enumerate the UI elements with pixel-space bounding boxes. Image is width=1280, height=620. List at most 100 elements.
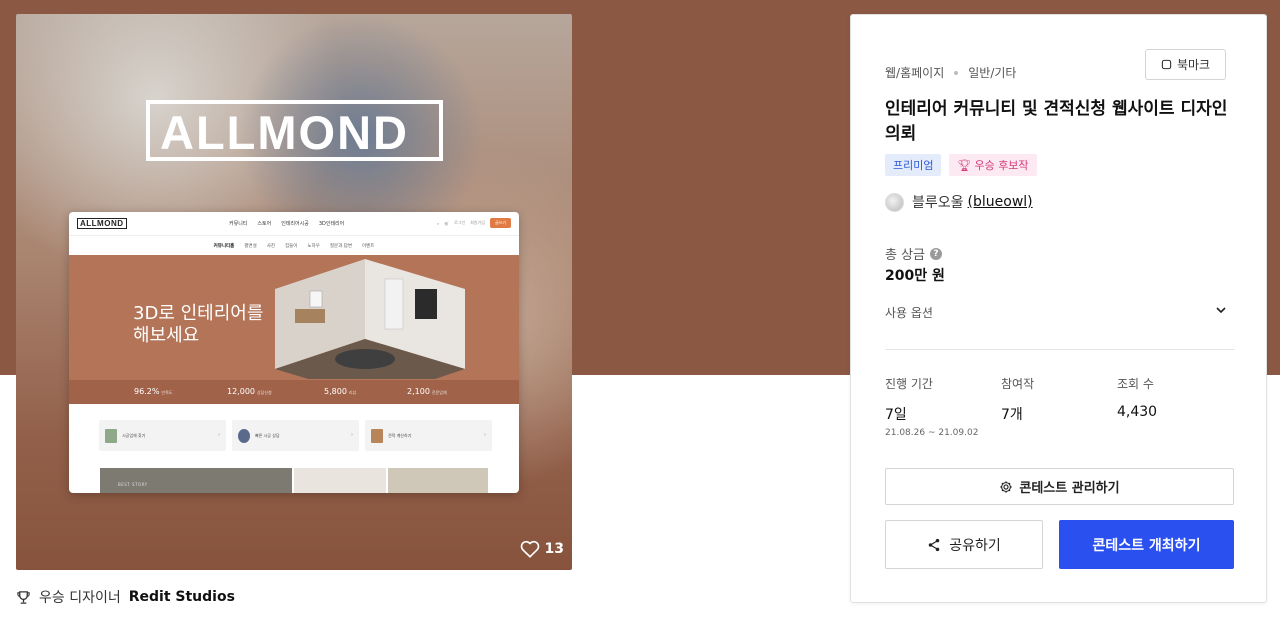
category-item[interactable]: 웹/홈페이지: [885, 64, 944, 81]
allmond-logo: ALLMOND: [146, 100, 443, 161]
mock-stat: 96.2% 만족도: [134, 387, 172, 396]
mock-stat: 12,000 상담신청: [227, 387, 272, 396]
mock-card-label: 시공업체 찾기: [122, 432, 146, 438]
author-handle[interactable]: (blueowl): [968, 194, 1033, 210]
mock-card-label: 견적 계산하기: [388, 432, 412, 438]
mock-cards: 시공업체 찾기 › 빠른 시공 상담 › 견적 계산하기 ›: [99, 420, 492, 451]
prize-label-text: 총 상금: [885, 248, 926, 263]
separator-dot: [954, 70, 959, 75]
views-label: 조회 수: [1117, 377, 1154, 391]
mock-logo: ALLMOND: [77, 218, 127, 229]
calculator-icon: [371, 428, 383, 443]
manage-contest-button[interactable]: 콘테스트 관리하기: [885, 468, 1234, 505]
contest-title: 인테리어 커뮤니티 및 견적신청 웹사이트 디자인 의뢰: [885, 99, 1228, 144]
entries-label: 참여작: [1001, 377, 1035, 391]
mock-menu-item: 3D인테리어: [318, 221, 345, 227]
mock-stat-unit: 리뷰: [348, 390, 357, 395]
share-icon: [928, 538, 940, 551]
period-stat: 진행 기간 7일 21.08.26 ~ 21.09.02: [885, 375, 978, 438]
designer-prefix: 우승 디자이너: [39, 590, 121, 606]
mock-stat-value: 96.2%: [134, 387, 160, 396]
bookmark-label: 북마크: [1176, 58, 1211, 72]
mock-search-icon: ⌕: [436, 220, 440, 226]
entry-preview-image[interactable]: ALLMOND ALLMOND 커뮤니티 스토어 인테리어시공 3D인테리어 ⌕…: [16, 14, 572, 570]
mock-sub-item: 노하우: [307, 243, 320, 249]
mock-stat: 2,100 전문업체: [407, 387, 447, 396]
bookmark-button[interactable]: 북마크: [1145, 49, 1226, 80]
avatar[interactable]: [885, 192, 904, 212]
trophy-icon: [17, 590, 30, 604]
views-stat: 조회 수 4,430: [1117, 375, 1157, 420]
chevron-down-icon[interactable]: [1215, 304, 1227, 316]
mock-menu-item: 인테리어시공: [281, 221, 309, 227]
map-icon: [105, 428, 117, 443]
gear-icon: [1000, 480, 1013, 493]
mock-thumbnails: BEST STORY: [100, 468, 488, 493]
mock-stat-value: 2,100: [407, 387, 430, 396]
options-label: 사용 옵션: [885, 306, 933, 320]
heart-icon[interactable]: [520, 540, 540, 558]
divider: [885, 349, 1235, 350]
winning-designer: 우승 디자이너 Redit Studios: [16, 587, 235, 607]
mock-sub-item: 질문과 답변: [329, 243, 352, 249]
badges: 프리미엄 🏆︎ 우승 후보작: [885, 154, 1037, 176]
help-icon[interactable]: ?: [930, 247, 943, 260]
host-contest-button[interactable]: 콘테스트 개최하기: [1059, 520, 1234, 569]
entries-value: 7개: [1001, 407, 1023, 423]
website-mockup: ALLMOND 커뮤니티 스토어 인테리어시공 3D인테리어 ⌕ 🛒︎ 로그인 …: [69, 212, 519, 493]
mock-menu-item: 스토어: [257, 221, 272, 227]
mock-thumb: [294, 468, 386, 493]
mock-card: 빠른 시공 상담 ›: [232, 420, 359, 451]
premium-badge: 프리미엄: [885, 154, 942, 176]
contest-info-panel: 웹/홈페이지 일반/기타 북마크 인테리어 커뮤니티 및 견적신청 웹사이트 디…: [850, 14, 1267, 603]
mock-sub-item: 커뮤니티홈: [213, 243, 235, 249]
designer-name[interactable]: Redit Studios: [129, 589, 235, 605]
mock-sub-item: 집들이: [285, 243, 298, 249]
category-breadcrumb: 웹/홈페이지 일반/기타: [885, 64, 1016, 81]
mock-thumb-label: BEST STORY: [118, 482, 148, 487]
mock-stat-unit: 만족도: [161, 390, 173, 395]
like-counter[interactable]: 13: [520, 540, 564, 558]
share-button[interactable]: 공유하기: [885, 520, 1043, 569]
award-candidate-badge: 🏆︎ 우승 후보작: [949, 154, 1037, 176]
chevron-right-icon: ›: [484, 432, 486, 438]
like-count: 13: [544, 541, 564, 557]
award-badge-label: 우승 후보작: [974, 159, 1029, 172]
options-dropdown[interactable]: 사용 옵션: [885, 304, 1235, 324]
chevron-right-icon: ›: [351, 432, 353, 438]
mock-hero: 3D로 인테리어를 해보세요 96.2% 만족도 12,000 상담신청 5,800…: [69, 255, 519, 404]
mock-thumb: [388, 468, 488, 493]
mock-stats-bar: 96.2% 만족도 12,000 상담신청 5,800 리뷰 2,100 전문업체: [69, 380, 519, 404]
mock-stat: 5,800 리뷰: [324, 387, 356, 396]
category-item[interactable]: 일반/기타: [968, 64, 1016, 81]
bookmark-icon: [1161, 59, 1172, 70]
mock-menu: 커뮤니티 스토어 인테리어시공 3D인테리어: [229, 220, 344, 227]
mock-nav-right: ⌕ 🛒︎ 로그인 회원가입 글쓰기: [437, 218, 511, 228]
logo-text: ALLMOND: [160, 106, 409, 159]
mock-stat-value: 5,800: [324, 387, 347, 396]
mock-signup: 회원가입: [470, 220, 485, 225]
mock-sub-item: 사진: [266, 243, 275, 249]
isometric-room-illustration: [275, 259, 465, 379]
mock-sub-item: 이벤트: [361, 243, 375, 249]
mock-card: 시공업체 찾기 ›: [99, 420, 226, 451]
author-name: 블루오울: [912, 195, 964, 211]
mock-card-label: 빠른 시공 상담: [255, 432, 280, 438]
mock-submenu: 커뮤니티홈 평면설 사진 집들이 노하우 질문과 답변 이벤트: [69, 236, 519, 255]
prize-label: 총 상금 ?: [885, 244, 943, 263]
mock-login: 로그인: [454, 220, 466, 225]
person-icon: [238, 428, 250, 443]
period-range: 21.08.26 ~ 21.09.02: [885, 428, 979, 438]
client-author[interactable]: 블루오울 (blueowl): [885, 192, 1033, 212]
mock-cta: 글쓰기: [489, 218, 511, 228]
prize-value: 200만 원: [885, 268, 945, 284]
manage-label: 콘테스트 관리하기: [1019, 481, 1120, 496]
mock-stat-unit: 상담신청: [257, 390, 272, 395]
mock-menu-item: 커뮤니티: [229, 221, 248, 227]
views-value: 4,430: [1117, 404, 1158, 420]
chevron-right-icon: ›: [218, 432, 220, 438]
trophy-icon: 🏆︎: [957, 158, 972, 172]
period-label: 진행 기간: [885, 377, 933, 391]
mock-sub-item: 평면설: [244, 243, 257, 249]
entries-stat: 참여작 7개: [1001, 375, 1034, 424]
